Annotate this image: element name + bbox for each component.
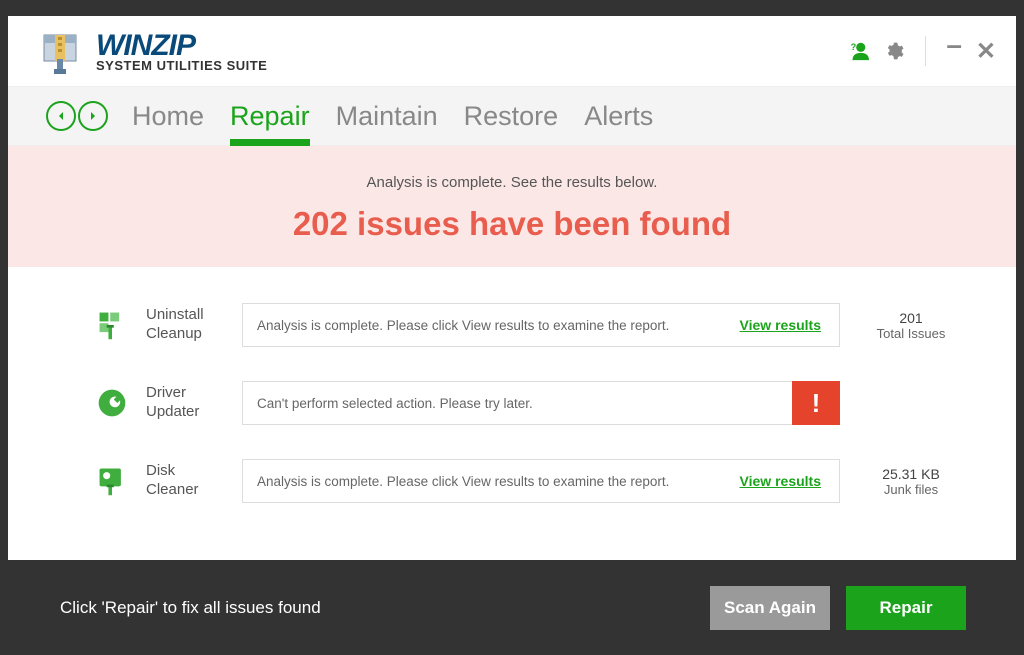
row-label: Uninstall Cleanup [146,306,226,344]
svg-text:?: ? [851,42,857,52]
help-user-icon[interactable]: ? [847,40,869,62]
disk-icon [94,463,130,499]
driver-icon [94,385,130,421]
nav-back-button[interactable] [46,101,76,131]
repair-button[interactable]: Repair [846,586,966,630]
results-banner: Analysis is complete. See the results be… [8,146,1016,267]
stat-value: 201 [856,310,966,326]
row-message: Can't perform selected action. Please tr… [257,396,792,411]
row-message: Analysis is complete. Please click View … [257,474,740,489]
tab-repair[interactable]: Repair [230,87,310,145]
minimize-button[interactable]: – [946,29,962,61]
row-stats: 201 Total Issues [856,310,966,341]
stat-label: Total Issues [856,326,966,341]
banner-subtitle: Analysis is complete. See the results be… [8,174,1016,191]
nav-tabs: Home Repair Maintain Restore Alerts [132,87,653,145]
view-results-link[interactable]: View results [740,317,821,333]
footer-buttons: Scan Again Repair [710,586,966,630]
close-button[interactable]: ✕ [976,37,996,66]
logo-text: WINZIP SYSTEM UTILITIES SUITE [96,31,267,72]
exclamation-icon: ! [812,388,821,419]
row-label: Disk Cleaner [146,462,226,500]
row-message-box: Analysis is complete. Please click View … [242,459,840,503]
settings-gear-icon[interactable] [883,40,905,62]
nav-arrows [46,101,108,131]
titlebar-controls: ? – ✕ [847,35,996,67]
navbar: Home Repair Maintain Restore Alerts [8,86,1016,146]
tab-alerts[interactable]: Alerts [584,87,653,145]
tab-restore[interactable]: Restore [464,87,559,145]
row-stats: 25.31 KB Junk files [856,466,966,497]
row-message: Analysis is complete. Please click View … [257,318,740,333]
row-label: Driver Updater [146,384,226,422]
result-row-driver-updater: Driver Updater Can't perform selected ac… [94,381,966,425]
result-row-disk-cleaner: Disk Cleaner Analysis is complete. Pleas… [94,459,966,503]
titlebar-divider [925,36,926,66]
alert-badge: ! [792,381,840,425]
nav-forward-button[interactable] [78,101,108,131]
row-message-box: Can't perform selected action. Please tr… [242,381,840,425]
banner-headline: 202 issues have been found [8,205,1016,243]
row-message-box: Analysis is complete. Please click View … [242,303,840,347]
tab-maintain[interactable]: Maintain [336,87,438,145]
cleanup-icon [94,307,130,343]
titlebar: WINZIP SYSTEM UTILITIES SUITE ? – ✕ [8,16,1016,86]
footer-hint: Click 'Repair' to fix all issues found [60,598,710,618]
app-window: WINZIP SYSTEM UTILITIES SUITE ? – ✕ [8,16,1016,560]
result-row-uninstall-cleanup: Uninstall Cleanup Analysis is complete. … [94,303,966,347]
tab-home[interactable]: Home [132,87,204,145]
winzip-logo-icon [38,27,86,75]
results-list: Uninstall Cleanup Analysis is complete. … [8,267,1016,560]
stat-label: Junk files [856,482,966,497]
footer-bar: Click 'Repair' to fix all issues found S… [8,560,1016,655]
app-name-sub: SYSTEM UTILITIES SUITE [96,59,267,72]
app-name-main: WINZIP [96,31,267,61]
view-results-link[interactable]: View results [740,473,821,489]
stat-value: 25.31 KB [856,466,966,482]
scan-again-button[interactable]: Scan Again [710,586,830,630]
app-logo: WINZIP SYSTEM UTILITIES SUITE [38,27,267,75]
